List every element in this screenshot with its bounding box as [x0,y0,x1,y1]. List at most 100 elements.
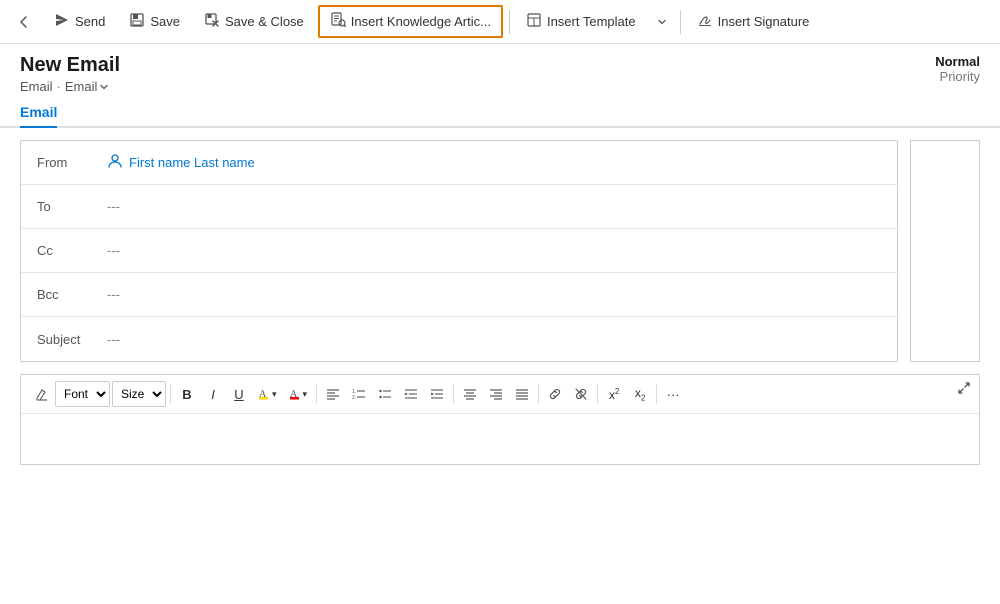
editor-sep-3 [453,384,454,404]
subject-row[interactable]: Subject --- [21,317,897,361]
subtitle-dot: · [57,79,61,94]
more-options-button[interactable]: ··· [661,384,685,405]
bold-label: B [182,387,191,402]
align-right-icon [489,387,503,401]
send-icon [54,12,70,31]
email-form-area: From First name Last name To --- Cc --- [0,128,1000,374]
unlink-button[interactable] [569,384,593,404]
insert-template-icon [526,12,542,31]
italic-button[interactable]: I [201,384,225,405]
link-icon [548,387,562,401]
editor-sep-2 [316,384,317,404]
underline-label: U [234,387,243,402]
priority-sub: Priority [935,69,980,84]
editor-sep-6 [656,384,657,404]
editor-sep-5 [597,384,598,404]
font-color-button[interactable]: A ▾ [284,383,313,406]
insert-template-label: Insert Template [547,14,636,29]
tabs: Email [0,98,1000,128]
header-area: New Email Email · Email Normal Priority [0,44,1000,98]
align-left-button[interactable] [321,384,345,404]
bcc-row[interactable]: Bcc --- [21,273,897,317]
align-left-icon [326,387,340,401]
toolbar-sep-1 [509,10,510,34]
subtitle-email1: Email [20,79,53,94]
align-right-button[interactable] [484,384,508,404]
subject-label: Subject [37,332,107,347]
decrease-indent-button[interactable] [399,384,423,404]
highlight-icon: A [258,386,272,403]
font-select[interactable]: Font [55,381,110,407]
decrease-indent-icon [404,387,418,401]
save-close-label: Save & Close [225,14,304,29]
italic-label: I [211,387,215,402]
bold-button[interactable]: B [175,384,199,405]
editor-sep-4 [538,384,539,404]
insert-knowledge-label: Insert Knowledge Artic... [351,14,491,29]
expand-icon[interactable] [957,381,971,400]
increase-indent-icon [430,387,444,401]
save-label: Save [150,14,180,29]
unordered-list-button[interactable] [373,384,397,404]
size-select[interactable]: Size [112,381,166,407]
ordered-list-icon: 1. 2. [352,387,366,401]
clear-format-button[interactable] [29,384,53,404]
font-color-icon: A [289,386,303,403]
more-icon: ··· [667,387,680,402]
highlight-dropdown[interactable]: ▾ [272,389,277,400]
cc-row[interactable]: Cc --- [21,229,897,273]
send-button[interactable]: Send [44,7,115,36]
underline-button[interactable]: U [227,384,251,405]
from-label: From [37,155,107,170]
to-label: To [37,199,107,214]
save-close-icon [204,12,220,31]
main-toolbar: Send Save Save & Close [0,0,1000,44]
subtitle-email2: Email [65,79,98,94]
align-justify-button[interactable] [510,384,534,404]
subscript-button[interactable]: x2 [628,383,652,405]
link-button[interactable] [543,384,567,404]
send-label: Send [75,14,105,29]
back-button[interactable] [8,6,40,38]
editor-wrapper: Font Size B I U A ▾ [20,374,980,465]
from-row: From First name Last name [21,141,897,185]
superscript-button[interactable]: x2 [602,384,626,405]
save-button[interactable]: Save [119,7,190,36]
editor-body[interactable] [21,414,979,464]
header-left: New Email Email · Email [20,54,120,94]
email-form: From First name Last name To --- Cc --- [20,140,898,362]
insert-signature-button[interactable]: Insert Signature [687,7,820,36]
save-close-button[interactable]: Save & Close [194,7,314,36]
priority-label: Normal [935,54,980,69]
page-title: New Email [20,54,120,77]
insert-signature-icon [697,12,713,31]
from-value[interactable]: First name Last name [107,153,255,172]
to-row[interactable]: To --- [21,185,897,229]
priority-area: Normal Priority [935,54,980,84]
insert-signature-label: Insert Signature [718,14,810,29]
ordered-list-button[interactable]: 1. 2. [347,384,371,404]
insert-template-dropdown[interactable] [650,6,674,38]
subject-value: --- [107,332,120,347]
tab-email[interactable]: Email [20,98,57,128]
font-color-dropdown[interactable]: ▾ [303,389,308,400]
subscript-icon: x2 [635,386,645,402]
email-type-dropdown[interactable]: Email [65,79,110,94]
increase-indent-button[interactable] [425,384,449,404]
align-center-icon [463,387,477,401]
unordered-list-icon [378,387,392,401]
highlight-button[interactable]: A ▾ [253,383,282,406]
to-value: --- [107,199,120,214]
bcc-label: Bcc [37,287,107,302]
unlink-icon [574,387,588,401]
insert-template-button[interactable]: Insert Template [516,7,646,36]
cc-label: Cc [37,243,107,258]
bcc-value: --- [107,287,120,302]
toolbar-sep-2 [680,10,681,34]
insert-knowledge-icon [330,12,346,31]
user-icon [107,153,123,172]
insert-knowledge-button[interactable]: Insert Knowledge Artic... [318,5,503,38]
align-justify-icon [515,387,529,401]
align-center-button[interactable] [458,384,482,404]
editor-toolbar: Font Size B I U A ▾ [21,375,979,414]
